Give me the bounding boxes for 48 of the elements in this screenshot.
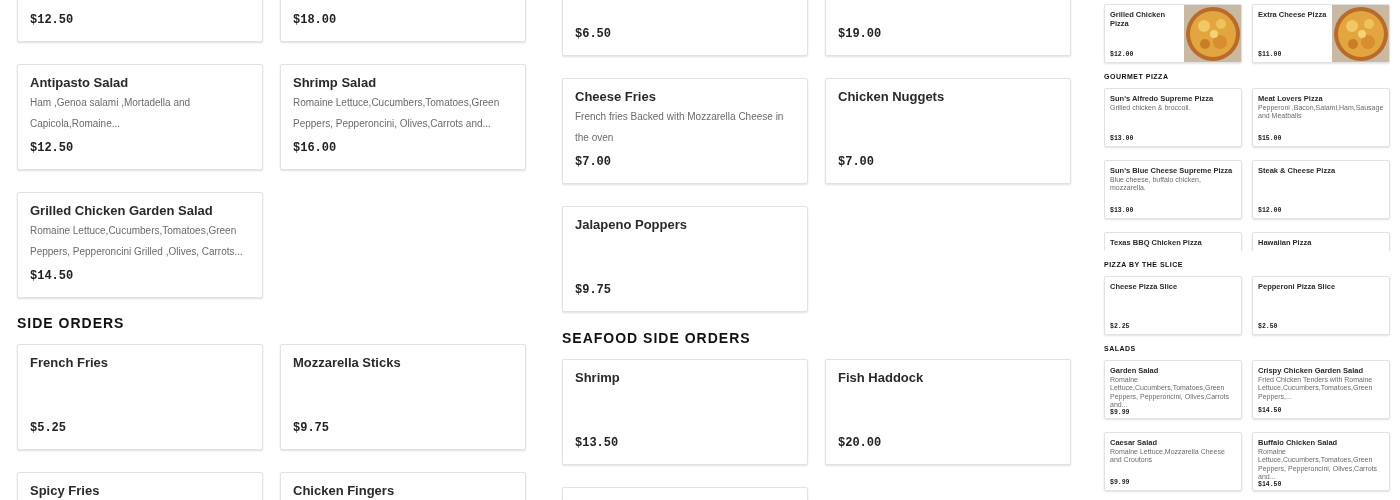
menu-card[interactable]: Jalapeno Poppers $9.75 [562,206,808,312]
item-price: $16.00 [293,141,337,155]
item-title: Chicken Fingers [293,483,395,499]
item-price: $12.50 [30,13,74,27]
item-price: $5.25 [30,421,66,436]
menu-card[interactable]: $18.00 [280,0,526,42]
menu-card[interactable]: $19.00 [825,0,1071,56]
item-title: Chicken Nuggets [838,89,945,105]
menu-card[interactable]: Fish Haddock $20.00 [825,359,1071,466]
item-title: French Fries [30,355,109,371]
menu-card[interactable]: Spicy Fries [17,472,263,500]
item-title: Spicy Fries [30,483,100,499]
item-price: $6.50 [575,27,611,41]
item-title: Fish Haddock [838,370,924,386]
menu-card[interactable]: Chicken Nuggets $7.00 [825,78,1071,184]
item-description: French fries Backed with Mozzarella Cheese in the oven [575,109,785,145]
item-title: Antipasto Salad [30,75,129,91]
item-title: Mozzarella Sticks [293,355,401,371]
menu-card[interactable]: French Fries $5.25 [17,344,263,451]
item-price: $7.00 [575,155,611,169]
item-price: $18.00 [293,13,337,27]
menu-card[interactable]: Antipasto Salad Ham ,Genoa salami ,Mortadella and Capicola,Romaine... $12.50 [17,64,263,170]
menu-card[interactable]: Shrimp Salad Romaine Lettuce,Cucumbers,Tomatoes,Green Peppers, Pepperoncini, Olives,Carrots and... $16.00 [280,64,526,170]
menu-card[interactable]: Mozzarella Sticks $9.75 [280,344,526,451]
section-heading: SIDE ORDERS [17,315,125,332]
item-price: $13.50 [575,436,619,451]
item-title: Shrimp [575,370,620,386]
item-title: Cheese Fries [575,89,656,105]
item-description: Romaine Lettuce,Cucumbers,Tomatoes,Green Peppers, Pepperoncini, Olives,Carrots and... [293,95,501,131]
item-price: $12.50 [30,141,74,155]
item-price: $20.00 [838,436,882,451]
menu-card[interactable]: Cheese Fries French fries Backed with Mozzarella Cheese in the oven $7.00 [562,78,808,184]
item-title: Shrimp Salad [293,75,377,91]
item-price: $14.50 [30,269,74,283]
item-title: Grilled Chicken Garden Salad [30,203,213,219]
item-price: $19.00 [838,27,882,41]
item-description: Romaine Lettuce,Cucumbers,Tomatoes,Green Peppers, Pepperoncini Grilled ,Olives, Carrots... [30,223,244,259]
menu-card[interactable]: $6.50 [562,0,808,56]
menu-card[interactable]: $12.50 [17,0,263,42]
item-price: $9.75 [575,283,611,297]
item-price: $7.00 [838,155,874,169]
menu-card[interactable]: Chicken Fingers [280,472,526,500]
item-price: $9.75 [293,421,329,436]
item-title: Jalapeno Poppers [575,217,687,233]
menu-card[interactable]: Shrimp $13.50 [562,359,808,466]
section-heading: SEAFOOD SIDE ORDERS [562,330,751,347]
item-description: Ham ,Genoa salami ,Mortadella and Capicola,Romaine... [30,95,192,131]
menu-card[interactable]: Grilled Chicken Garden Salad Romaine Lettuce,Cucumbers,Tomatoes,Green Peppers, Pepperoncini Grilled ,Olives, Carrots... $14.50 [17,192,263,298]
